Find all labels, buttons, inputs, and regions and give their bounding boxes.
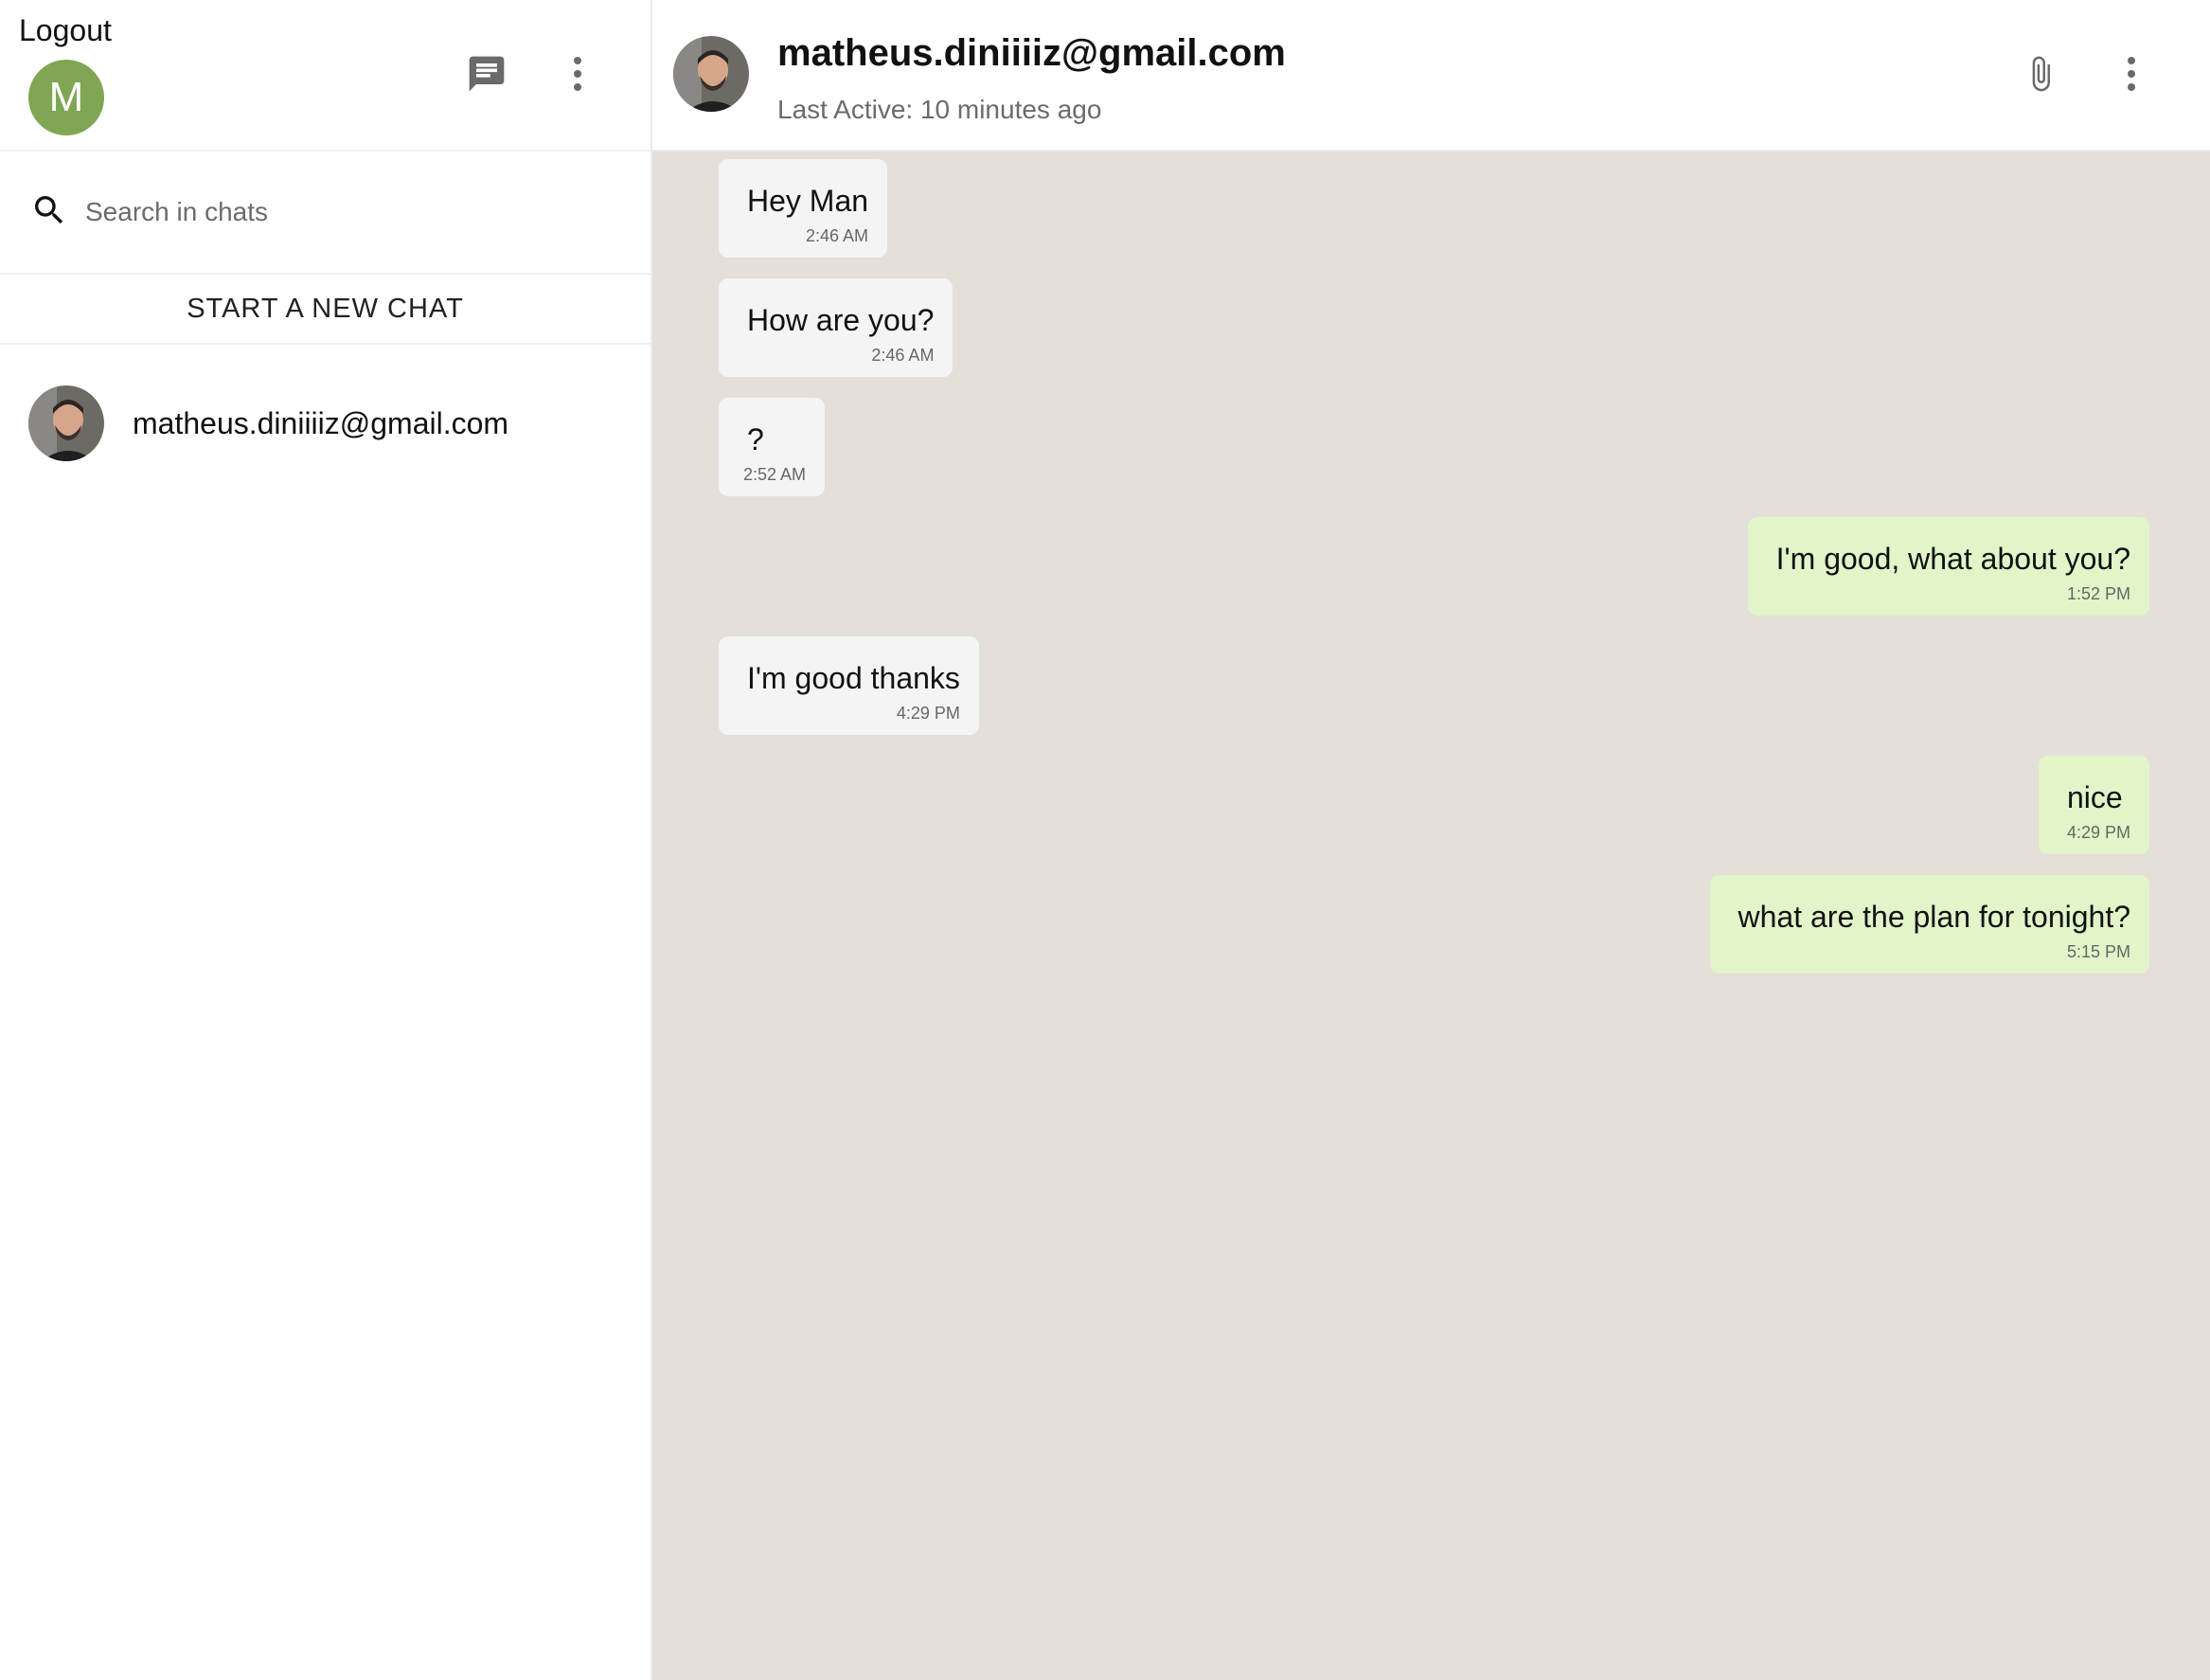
message-text: ? — [747, 422, 764, 456]
sidebar: Logout M START — [0, 0, 652, 1680]
message-text: what are the plan for tonight? — [1738, 900, 2131, 934]
last-active-status: Last Active: 10 minutes ago — [777, 95, 1102, 124]
search-bar — [0, 152, 651, 275]
message-bubble-incoming[interactable]: Hey Man 2:46 AM — [719, 159, 888, 258]
message-time: 5:15 PM — [2066, 942, 2130, 961]
message-time: 4:29 PM — [896, 704, 960, 723]
message-text: nice — [2066, 780, 2123, 814]
paperclip-icon[interactable] — [2012, 45, 2069, 102]
contact-name: matheus.diniiiiz@gmail.com — [777, 32, 1286, 74]
chat-panel: matheus.diniiiiz@gmail.com Last Active: … — [652, 0, 2210, 1680]
message-text: I'm good thanks — [747, 661, 960, 695]
message-time: 1:52 PM — [2066, 584, 2130, 603]
more-vertical-icon[interactable] — [2103, 45, 2160, 102]
message-bubble-incoming[interactable]: ? 2:52 AM — [719, 398, 826, 496]
user-avatar[interactable]: M — [28, 60, 104, 135]
chat-header: matheus.diniiiiz@gmail.com Last Active: … — [652, 0, 2210, 152]
chat-list-item[interactable]: matheus.diniiiiz@gmail.com — [0, 345, 651, 502]
message-time: 2:46 AM — [871, 346, 935, 365]
search-input[interactable] — [83, 196, 614, 228]
search-icon — [30, 191, 68, 234]
chat-bubble-icon[interactable] — [458, 45, 515, 102]
chat-list: matheus.diniiiiz@gmail.com — [0, 345, 651, 502]
contact-avatar[interactable] — [673, 36, 749, 112]
message-text: I'm good, what about you? — [1775, 542, 2130, 576]
message-list: Hey Man 2:46 AM How are you? 2:46 AM ? 2… — [652, 152, 2210, 1680]
message-time: 2:52 AM — [743, 465, 807, 484]
message-text: How are you? — [747, 303, 935, 337]
chat-list-name: matheus.diniiiiz@gmail.com — [133, 405, 509, 440]
logout-button[interactable]: Logout — [19, 13, 112, 48]
message-bubble-incoming[interactable]: How are you? 2:46 AM — [719, 278, 954, 377]
message-bubble-outgoing[interactable]: what are the plan for tonight? 5:15 PM — [1709, 875, 2149, 974]
message-text: Hey Man — [747, 184, 869, 218]
message-time: 2:46 AM — [806, 226, 869, 245]
message-bubble-outgoing[interactable]: nice 4:29 PM — [2038, 756, 2149, 854]
sidebar-header: Logout M — [0, 0, 651, 152]
message-time: 4:29 PM — [2066, 823, 2130, 842]
message-bubble-incoming[interactable]: I'm good thanks 4:29 PM — [719, 636, 979, 735]
contact-avatar — [28, 385, 104, 461]
message-bubble-outgoing[interactable]: I'm good, what about you? 1:52 PM — [1747, 517, 2149, 616]
chat-app: Logout M START — [0, 0, 2210, 1680]
start-new-chat-button[interactable]: START A NEW CHAT — [0, 275, 651, 345]
more-vertical-icon[interactable] — [549, 45, 606, 102]
